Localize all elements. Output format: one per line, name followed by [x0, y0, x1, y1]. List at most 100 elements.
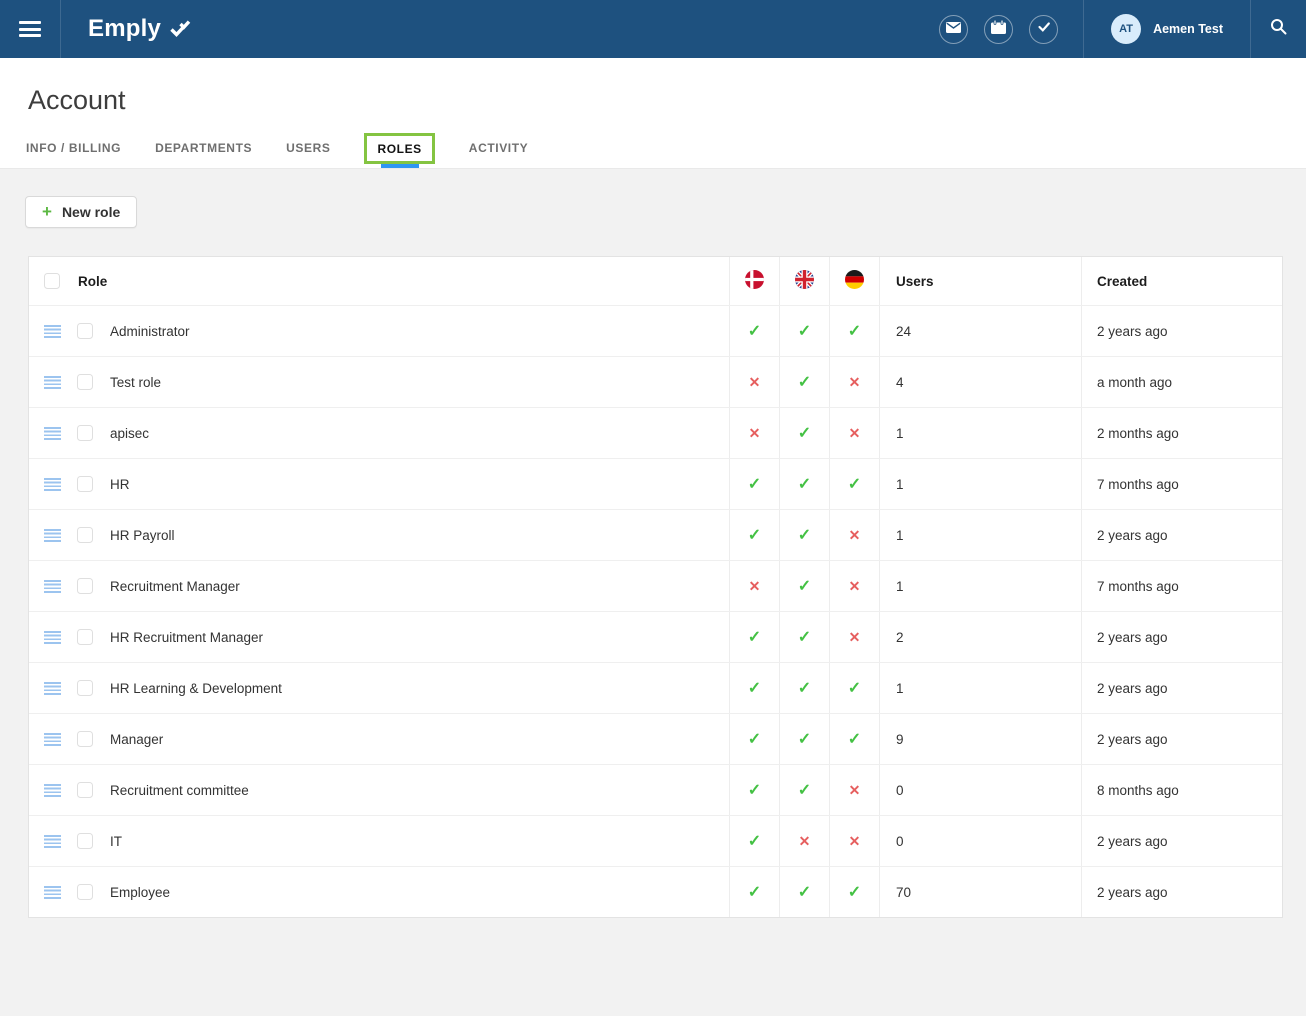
- german-flag-header: [829, 257, 879, 305]
- messages-button[interactable]: [939, 15, 968, 44]
- drag-handle-icon[interactable]: [44, 529, 61, 542]
- calendar-button[interactable]: [984, 15, 1013, 44]
- row-checkbox[interactable]: [77, 578, 93, 594]
- select-all-checkbox[interactable]: [44, 273, 60, 289]
- created-date: 2 years ago: [1081, 663, 1282, 713]
- role-name[interactable]: Administrator: [110, 324, 190, 339]
- hamburger-menu-button[interactable]: [0, 0, 61, 58]
- drag-handle-icon[interactable]: [44, 376, 61, 389]
- check-mark-icon: ✓: [748, 831, 761, 851]
- check-mark-icon: ✓: [798, 780, 811, 800]
- drag-handle-icon[interactable]: [44, 682, 61, 695]
- topbar: Emply: [0, 0, 1306, 58]
- cross-mark-icon: ✕: [749, 578, 761, 595]
- role-name[interactable]: HR Recruitment Manager: [110, 630, 263, 645]
- drag-handle-icon[interactable]: [44, 427, 61, 440]
- danish-enabled-mark: ✓: [729, 612, 779, 662]
- role-name[interactable]: Employee: [110, 885, 170, 900]
- user-menu[interactable]: AT Aemen Test: [1084, 0, 1250, 58]
- role-name[interactable]: HR: [110, 477, 130, 492]
- danish-enabled-mark: ✓: [729, 306, 779, 356]
- hamburger-icon: [19, 21, 41, 37]
- tasks-button[interactable]: [1029, 15, 1058, 44]
- drag-handle-icon[interactable]: [44, 733, 61, 746]
- row-checkbox[interactable]: [77, 731, 93, 747]
- row-checkbox[interactable]: [77, 374, 93, 390]
- drag-handle-icon[interactable]: [44, 580, 61, 593]
- danish-enabled-mark: ✕: [729, 408, 779, 458]
- created-column-header: Created: [1081, 257, 1282, 305]
- row-checkbox[interactable]: [77, 323, 93, 339]
- danish-flag-icon: [745, 270, 764, 292]
- drag-handle-icon[interactable]: [44, 784, 61, 797]
- cross-mark-icon: ✕: [749, 425, 761, 442]
- role-name[interactable]: HR Learning & Development: [110, 681, 282, 696]
- drag-handle-icon[interactable]: [44, 886, 61, 899]
- created-date: 2 years ago: [1081, 612, 1282, 662]
- role-name[interactable]: Test role: [110, 375, 161, 390]
- english-enabled-mark: ✓: [779, 306, 829, 356]
- danish-enabled-mark: ✓: [729, 459, 779, 509]
- check-mark-icon: ✓: [748, 525, 761, 545]
- check-mark-icon: ✓: [748, 474, 761, 494]
- role-name[interactable]: apisec: [110, 426, 149, 441]
- role-header-cell: Role: [29, 257, 729, 305]
- row-checkbox[interactable]: [77, 680, 93, 696]
- drag-handle-icon[interactable]: [44, 325, 61, 338]
- table-header-row: Role: [29, 257, 1282, 305]
- danish-flag-header: [729, 257, 779, 305]
- brand-logo[interactable]: Emply: [88, 15, 192, 44]
- table-row: HR Payroll ✓ ✓ ✕ 1 2 years ago: [29, 509, 1282, 560]
- search-button[interactable]: [1251, 0, 1306, 58]
- role-name[interactable]: IT: [110, 834, 122, 849]
- check-mark-icon: ✓: [798, 678, 811, 698]
- check-mark-icon: ✓: [798, 882, 811, 902]
- check-mark-icon: ✓: [748, 627, 761, 647]
- tab-departments[interactable]: DEPARTMENTS: [155, 128, 252, 168]
- users-count: 1: [879, 408, 1081, 458]
- german-enabled-mark: ✓: [829, 714, 879, 764]
- table-row: apisec ✕ ✓ ✕ 1 2 months ago: [29, 407, 1282, 458]
- row-checkbox[interactable]: [77, 782, 93, 798]
- created-date: 2 months ago: [1081, 408, 1282, 458]
- german-enabled-mark: ✕: [829, 816, 879, 866]
- created-date: 8 months ago: [1081, 765, 1282, 815]
- check-mark-icon: ✓: [798, 372, 811, 392]
- annotation-highlight-box: ROLES: [364, 133, 434, 164]
- row-checkbox[interactable]: [77, 629, 93, 645]
- role-cell: HR: [29, 459, 729, 509]
- page-header: Account INFO / BILLING DEPARTMENTS USERS…: [0, 58, 1306, 169]
- role-name[interactable]: Manager: [110, 732, 163, 747]
- new-role-button[interactable]: + New role: [25, 196, 137, 228]
- english-enabled-mark: ✓: [779, 612, 829, 662]
- created-date: a month ago: [1081, 357, 1282, 407]
- german-enabled-mark: ✓: [829, 663, 879, 713]
- german-enabled-mark: ✕: [829, 561, 879, 611]
- check-mark-icon: ✓: [798, 627, 811, 647]
- row-checkbox[interactable]: [77, 476, 93, 492]
- tab-users[interactable]: USERS: [286, 128, 330, 168]
- footer-strip: [0, 1016, 1306, 1033]
- tab-roles[interactable]: ROLES: [364, 128, 434, 168]
- role-cell: Recruitment committee: [29, 765, 729, 815]
- german-enabled-mark: ✓: [829, 459, 879, 509]
- users-column-header: Users: [879, 257, 1081, 305]
- roles-table: Role: [28, 256, 1283, 918]
- tab-activity[interactable]: ACTIVITY: [469, 128, 528, 168]
- drag-handle-icon[interactable]: [44, 631, 61, 644]
- tab-info-billing[interactable]: INFO / BILLING: [26, 128, 121, 168]
- role-name[interactable]: Recruitment committee: [110, 783, 249, 798]
- row-checkbox[interactable]: [77, 884, 93, 900]
- drag-handle-icon[interactable]: [44, 478, 61, 491]
- row-checkbox[interactable]: [77, 833, 93, 849]
- drag-handle-icon[interactable]: [44, 835, 61, 848]
- british-flag-header: [779, 257, 829, 305]
- row-checkbox[interactable]: [77, 425, 93, 441]
- danish-enabled-mark: ✓: [729, 663, 779, 713]
- table-row: HR Learning & Development ✓ ✓ ✓ 1 2 year…: [29, 662, 1282, 713]
- row-checkbox[interactable]: [77, 527, 93, 543]
- role-name[interactable]: Recruitment Manager: [110, 579, 240, 594]
- role-name[interactable]: HR Payroll: [110, 528, 175, 543]
- table-row: Administrator ✓ ✓ ✓ 24 2 years ago: [29, 305, 1282, 356]
- danish-enabled-mark: ✕: [729, 357, 779, 407]
